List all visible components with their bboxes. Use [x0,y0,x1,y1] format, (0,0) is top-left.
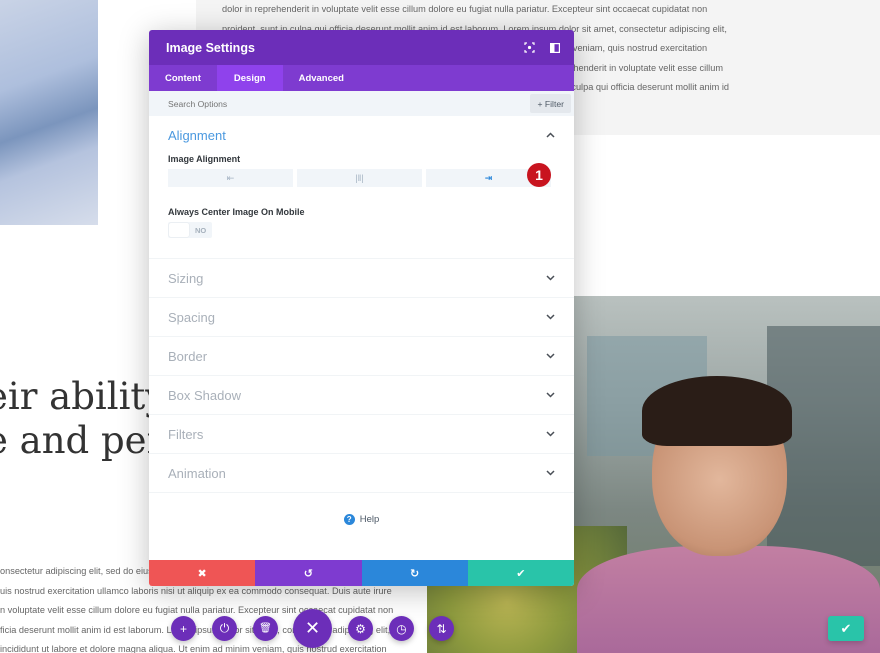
section-sizing[interactable]: Sizing [149,259,574,298]
always-center-mobile-label: Always Center Image On Mobile [168,207,305,217]
section-title: Animation [168,465,226,481]
modal-header: Image Settings [149,30,574,65]
chevron-up-icon [546,130,555,141]
redo-icon: ↻ [410,567,420,580]
undo-button[interactable]: ↺ [255,560,362,586]
check-icon: ✔ [840,620,852,636]
section-animation[interactable]: Animation [149,454,574,493]
filter-button[interactable]: + Filter [530,94,571,113]
delete-button[interactable]: 🗑 [253,616,278,641]
image-alignment-control: ⇤ |‖| ⇥ 1 [168,163,555,187]
chevron-down-icon [546,429,555,440]
section-title: Box Shadow [168,387,241,403]
modal-tabs: Content Design Advanced [149,65,574,91]
sidebar-toggle-icon[interactable] [542,30,568,65]
align-left-icon: ⇤ [226,172,235,183]
search-bar: + Filter [149,91,574,116]
trash-icon: 🗑 [259,623,272,634]
help-icon: ? [343,513,355,525]
history-button[interactable]: ◷ [389,616,414,641]
help-link[interactable]: ? Help [149,493,574,545]
close-builder-button[interactable]: ✕ [293,609,332,648]
settings-button[interactable]: ⚙ [348,616,373,641]
section-title: Border [168,348,208,364]
section-spacing[interactable]: Spacing [149,298,574,337]
paragraph-line: incididunt ut labore et dolore magna ali… [0,644,387,653]
page-save-button[interactable]: ✔ [828,616,864,641]
image-settings-modal: Image Settings Content Design Advanced +… [149,30,574,586]
redo-button[interactable]: ↻ [361,560,468,586]
gear-icon: ⚙ [355,621,366,636]
sort-arrows-icon: ⇅ [436,621,447,636]
always-center-mobile-toggle[interactable]: NO [168,222,212,238]
fullscreen-icon[interactable] [516,30,542,65]
step-number-badge: 1 [527,163,551,187]
power-icon: ⏻ [219,621,230,635]
chevron-down-icon [546,312,555,323]
toggle-knob [169,223,189,237]
toggle-value: NO [195,225,207,235]
section-alignment-header[interactable]: Alignment [168,116,555,154]
section-title: Sizing [168,270,204,286]
portability-button[interactable]: ⇅ [429,616,454,641]
chevron-down-icon [546,468,555,479]
modal-title: Image Settings [166,40,255,55]
close-icon: ✕ [304,618,321,638]
section-filters[interactable]: Filters [149,415,574,454]
discard-button[interactable]: ✖ [149,560,256,586]
section-box-shadow[interactable]: Box Shadow [149,376,574,415]
section-border[interactable]: Border [149,337,574,376]
check-icon: ✔ [516,567,526,580]
tab-design[interactable]: Design [216,65,283,91]
align-left-button[interactable]: ⇤ [168,169,293,187]
photo-hair [642,376,792,446]
section-title: Filters [168,426,204,442]
tab-advanced[interactable]: Advanced [283,65,360,91]
help-label: Help [359,513,380,525]
add-module-button[interactable]: + [171,616,196,641]
align-right-icon: ⇥ [484,172,493,183]
align-center-button[interactable]: |‖| [297,169,422,187]
filter-label: + Filter [537,98,564,109]
align-center-icon: |‖| [355,173,364,183]
section-alignment: Alignment Image Alignment ⇤ |‖| ⇥ 1 Alwa… [149,116,574,259]
tab-content[interactable]: Content [149,65,217,91]
background-photo-left [0,0,98,225]
image-alignment-label: Image Alignment [168,154,241,164]
page-canvas: dolor in reprehenderit in voluptate veli… [0,0,880,653]
modal-action-bar: ✖ ↺ ↻ ✔ [149,560,574,586]
save-button[interactable]: ✔ [467,560,574,586]
paragraph-line: dolor in reprehenderit in voluptate veli… [222,4,708,14]
clock-icon: ◷ [396,621,407,636]
chevron-down-icon [546,390,555,401]
section-title: Alignment [168,127,226,143]
section-title: Spacing [168,309,215,325]
plus-icon: + [179,621,187,636]
chevron-down-icon [546,273,555,284]
undo-icon: ↺ [303,567,313,580]
close-icon: ✖ [197,567,207,580]
search-options-input[interactable] [168,98,468,109]
power-button[interactable]: ⏻ [212,616,237,641]
chevron-down-icon [546,351,555,362]
